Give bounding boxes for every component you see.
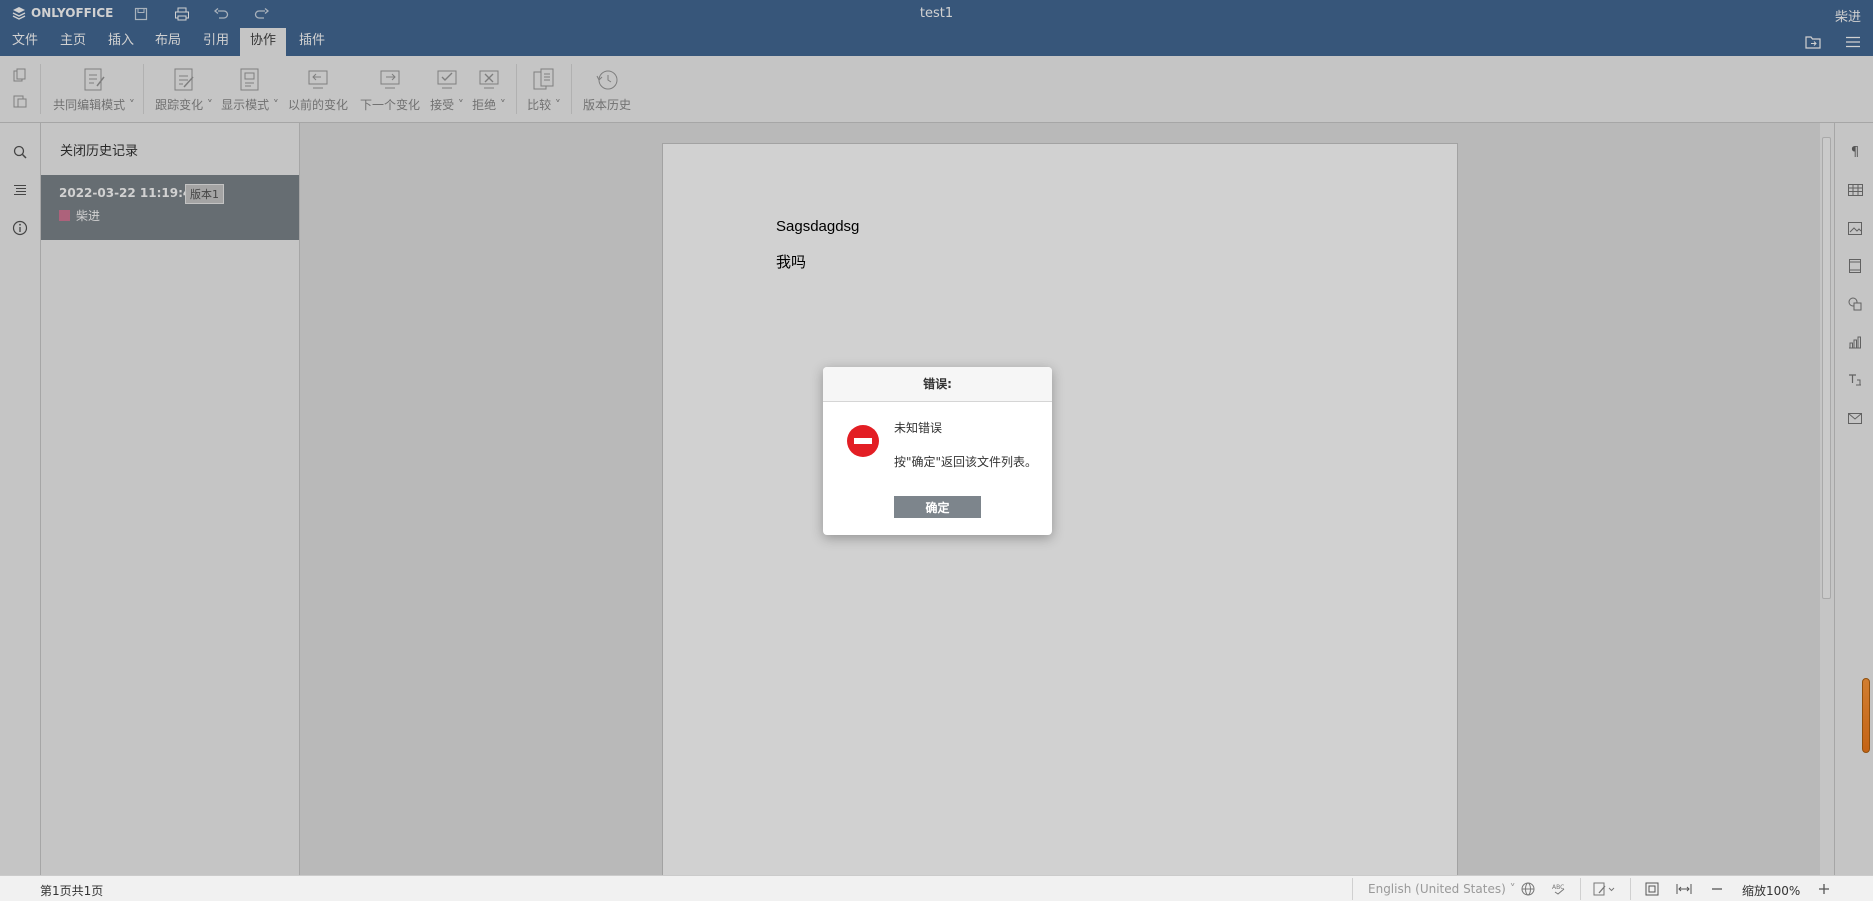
track-changes-status-icon[interactable] xyxy=(1590,879,1620,899)
page-counter: 第1页共1页 xyxy=(40,884,104,898)
error-hint: 按"确定"返回该文件列表。 xyxy=(894,455,1038,469)
fit-width-icon[interactable] xyxy=(1674,879,1694,899)
fit-page-icon[interactable] xyxy=(1642,879,1662,899)
status-separator xyxy=(1352,878,1353,900)
spellcheck-icon[interactable]: ABC xyxy=(1550,879,1570,899)
globe-icon[interactable] xyxy=(1518,879,1538,899)
zoom-level: 缩放100% xyxy=(1742,884,1801,898)
zoom-in-icon[interactable] xyxy=(1814,879,1834,899)
status-bar: 第1页共1页 English (United States) ˅ ABC 缩放1… xyxy=(0,875,1873,901)
ok-button[interactable]: 确定 xyxy=(894,496,981,518)
zoom-out-icon[interactable] xyxy=(1707,879,1727,899)
status-separator xyxy=(1630,878,1631,900)
language-selector[interactable]: English (United States) ˅ xyxy=(1368,882,1516,896)
status-separator xyxy=(1580,878,1581,900)
error-icon xyxy=(847,425,879,457)
dialog-title: 错误: xyxy=(823,367,1052,402)
language-label: English (United States) xyxy=(1368,882,1506,896)
error-message: 未知错误 xyxy=(894,421,943,435)
error-dialog: 错误: 未知错误 按"确定"返回该文件列表。 确定 xyxy=(823,367,1052,535)
